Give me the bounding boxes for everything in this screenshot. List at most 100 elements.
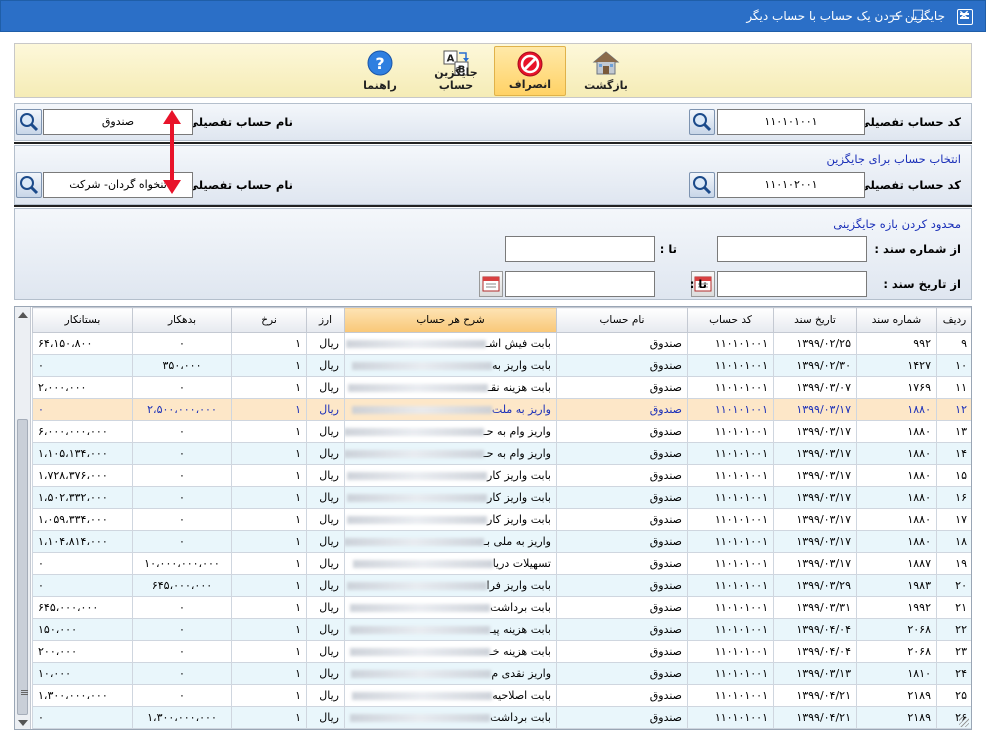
column-header-rate[interactable]: نرخ	[231, 307, 307, 333]
back-button[interactable]: بازگشت	[570, 46, 642, 96]
table-row[interactable]: ۶۴۵،۰۰۰،۰۰۰ ۰ ۱ ریال بابت برداشت صندوق ۱۱۰۱۰۱۰…	[32, 596, 971, 619]
range-panel: محدود کردن بازه جایگزینی از شماره سند : …	[14, 208, 972, 300]
cell-doc-number: ۹۹۲	[856, 332, 937, 355]
table-row[interactable]: ۲۰۰،۰۰۰ ۰ ۱ ریال بابت هزینه خـ صندوق ۱۱۰۱۰۱۰۰۱…	[32, 640, 971, 663]
redacted-text	[351, 362, 492, 370]
cell-debit: ۰	[132, 684, 232, 707]
close-button[interactable]: ✕	[941, 1, 986, 32]
table-row[interactable]: ۱،۱۰۴،۸۱۴،۰۰۰ ۰ ۱ ریال واریز به ملی بـ صندوق ۱…	[32, 530, 971, 553]
scroll-down-icon[interactable]	[18, 720, 28, 726]
target-name-search-button[interactable]	[16, 172, 42, 198]
table-row[interactable]: ۰ ۱،۳۰۰،۰۰۰،۰۰۰ ۱ ریال بابت برداشت صندوق ۱۱۰۱۰…	[32, 706, 971, 729]
vertical-scrollbar[interactable]	[15, 307, 31, 729]
cell-rownum: ۲۰	[936, 574, 971, 597]
table-row[interactable]: ۱۵۰،۰۰۰ ۰ ۱ ریال بابت هزینه پیـ صندوق ۱۱۰۱۰۱۰۰…	[32, 618, 971, 641]
description-text: بابت واریز فرا	[486, 579, 551, 592]
cell-rownum: ۲۲	[936, 618, 971, 641]
cell-account-code: ۱۱۰۱۰۱۰۰۱	[687, 464, 774, 487]
replace-account-button[interactable]: A B جایگزین حساب	[420, 46, 492, 96]
cell-currency: ریال	[306, 706, 345, 729]
column-header-rownum[interactable]: ردیف	[936, 307, 971, 333]
target-code-input[interactable]: ۱۱۰۱۰۲۰۰۱	[717, 172, 865, 198]
table-row[interactable]: ۱،۱۰۵،۱۳۴،۰۰۰ ۰ ۱ ریال واریز وام به حـ صندوق ۱…	[32, 442, 971, 465]
cell-credit: ۲۰۰،۰۰۰	[32, 640, 133, 663]
cell-doc-number: ۱۷۶۹	[856, 376, 937, 399]
toolbar: بازگشت انصراف A B جایگزین حساب ? راهنما	[14, 43, 972, 98]
column-header-doc-number[interactable]: شماره سند	[856, 307, 937, 333]
cell-rownum: ۹	[936, 332, 971, 355]
table-row[interactable]: ۱،۵۰۲،۳۳۲،۰۰۰ ۰ ۱ ریال بابت واریز کار صندوق ۱۱…	[32, 486, 971, 509]
cell-doc-date: ۱۳۹۹/۰۳/۱۷	[773, 552, 857, 575]
redacted-text	[347, 472, 488, 480]
maximize-button[interactable]: ☐	[895, 1, 941, 32]
table-row[interactable]: ۱۰،۰۰۰ ۰ ۱ ریال واریز نقدی م صندوق ۱۱۰۱۰۱۰۰۱ ۱۳…	[32, 662, 971, 685]
help-icon: ?	[367, 50, 393, 76]
source-code-search-button[interactable]	[689, 109, 715, 135]
column-header-debit[interactable]: بدهکار	[132, 307, 232, 333]
cell-currency: ریال	[306, 574, 345, 597]
to-date-input[interactable]	[505, 271, 655, 297]
cancel-label: انصراف	[508, 78, 552, 91]
cell-description: بابت واریز فرا	[344, 574, 557, 597]
cell-doc-date: ۱۳۹۹/۰۳/۱۷	[773, 442, 857, 465]
table-row[interactable]: ۱،۰۵۹،۳۳۴،۰۰۰ ۰ ۱ ریال بابت واریز کار صندوق ۱۱…	[32, 508, 971, 531]
to-doc-input[interactable]	[505, 236, 655, 262]
no-entry-icon	[517, 51, 543, 77]
help-button[interactable]: ? راهنما	[344, 46, 416, 96]
resize-grip[interactable]	[959, 717, 969, 727]
cell-currency: ریال	[306, 442, 345, 465]
cell-currency: ریال	[306, 530, 345, 553]
from-date-label: از تاریخ سند :	[883, 277, 961, 291]
cell-doc-number: ۱۸۸۰	[856, 530, 937, 553]
table-row[interactable]: ۰ ۱۰،۰۰۰،۰۰۰،۰۰۰ ۱ ریال تسهیلات دریا صندوق ۱۱۰…	[32, 552, 971, 575]
scroll-thumb[interactable]	[17, 419, 28, 715]
column-header-description[interactable]: شرح هر حساب	[344, 307, 557, 333]
cell-description: بابت واریز کار	[344, 508, 557, 531]
cell-account-code: ۱۱۰۱۰۱۰۰۱	[687, 398, 774, 421]
scroll-up-icon[interactable]	[18, 312, 28, 318]
column-header-account-name[interactable]: نام حساب	[556, 307, 688, 333]
table-row[interactable]: ۱،۷۲۸،۳۷۶،۰۰۰ ۰ ۱ ریال بابت واریز کار صندوق ۱۱…	[32, 464, 971, 487]
from-date-input[interactable]	[717, 271, 867, 297]
from-doc-input[interactable]	[717, 236, 867, 262]
cell-doc-number: ۱۴۲۷	[856, 354, 937, 377]
cell-debit: ۱۰،۰۰۰،۰۰۰،۰۰۰	[132, 552, 232, 575]
cell-account-code: ۱۱۰۱۰۱۰۰۱	[687, 596, 774, 619]
cell-currency: ریال	[306, 332, 345, 355]
table-row[interactable]: ۱،۳۰۰،۰۰۰،۰۰۰ ۰ ۱ ریال بابت اصلاحیه صندوق ۱۱۰۱…	[32, 684, 971, 707]
table-row[interactable]: ۶۴،۱۵۰،۸۰۰ ۰ ۱ ریال بابت فیش اشـ صندوق ۱۱۰۱۰۱۰…	[32, 332, 971, 355]
cancel-button[interactable]: انصراف	[494, 46, 566, 96]
cell-doc-number: ۱۸۸۰	[856, 442, 937, 465]
table-row[interactable]: ۰ ۲،۵۰۰،۰۰۰،۰۰۰ ۱ ریال واریز به ملت صندوق ۱۱۰۱…	[32, 398, 971, 421]
table-row[interactable]: ۲،۰۰۰،۰۰۰ ۰ ۱ ریال بابت هزینه نقـ صندوق ۱۱۰۱۰۱…	[32, 376, 971, 399]
cell-description: واریز وام به حـ	[344, 420, 557, 443]
redacted-text	[347, 494, 488, 502]
column-header-doc-date[interactable]: تاریخ سند	[773, 307, 857, 333]
documents-grid[interactable]: بستانکار بدهکار نرخ ارز شرح هر حساب نام حساب ک…	[14, 306, 972, 730]
to-date-calendar-button[interactable]	[479, 271, 503, 297]
cell-rownum: ۲۵	[936, 684, 971, 707]
cell-description: بابت فیش اشـ	[344, 332, 557, 355]
cell-rownum: ۲۳	[936, 640, 971, 663]
description-text: بابت برداشت	[490, 601, 551, 614]
cell-doc-date: ۱۳۹۹/۰۳/۳۱	[773, 596, 857, 619]
table-row[interactable]: ۶،۰۰۰،۰۰۰،۰۰۰ ۰ ۱ ریال واریز وام به حـ صندوق ۱…	[32, 420, 971, 443]
cell-account-name: صندوق	[556, 442, 688, 465]
description-text: بابت برداشت	[490, 711, 551, 724]
cell-debit: ۰	[132, 420, 232, 443]
redacted-text	[350, 714, 491, 722]
cell-rownum: ۱۶	[936, 486, 971, 509]
cell-doc-date: ۱۳۹۹/۰۳/۱۷	[773, 486, 857, 509]
redacted-text	[346, 582, 487, 590]
column-header-credit[interactable]: بستانکار	[32, 307, 133, 333]
source-name-search-button[interactable]	[16, 109, 42, 135]
description-text: واریز به ملی بـ	[483, 535, 551, 548]
cell-doc-date: ۱۳۹۹/۰۳/۱۷	[773, 464, 857, 487]
table-row[interactable]: ۰ ۶۴۵،۰۰۰،۰۰۰ ۱ ریال بابت واریز فرا صندوق ۱۱۰۱…	[32, 574, 971, 597]
source-code-input[interactable]: ۱۱۰۱۰۱۰۰۱	[717, 109, 865, 135]
cell-doc-date: ۱۳۹۹/۰۳/۱۷	[773, 398, 857, 421]
target-code-search-button[interactable]	[689, 172, 715, 198]
table-row[interactable]: ۰ ۳۵۰،۰۰۰ ۱ ریال بابت واریز به صندوق ۱۱۰۱۰۱۰۰۱…	[32, 354, 971, 377]
column-header-currency[interactable]: ارز	[306, 307, 345, 333]
column-header-account-code[interactable]: کد حساب	[687, 307, 774, 333]
